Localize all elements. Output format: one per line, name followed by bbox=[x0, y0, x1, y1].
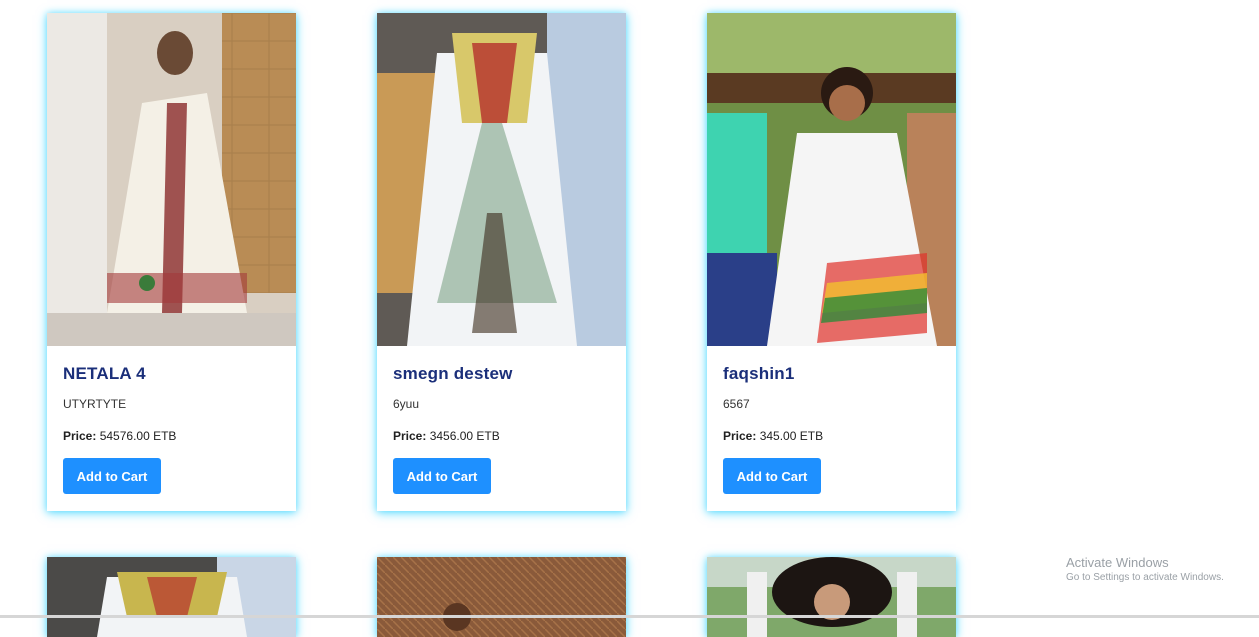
product-grid: NETALA 4 UTYRTYTE Price: 54576.00 ETB Ad… bbox=[0, 0, 1259, 637]
add-to-cart-button[interactable]: Add to Cart bbox=[63, 458, 161, 494]
card-body: smegn destew 6yuu Price: 3456.00 ETB Add… bbox=[393, 346, 610, 494]
windows-activation-watermark: Activate Windows Go to Settings to activ… bbox=[1066, 555, 1224, 583]
price-value: 3456.00 ETB bbox=[429, 429, 500, 443]
product-title[interactable]: smegn destew bbox=[393, 346, 610, 384]
product-card: NETALA 4 UTYRTYTE Price: 54576.00 ETB Ad… bbox=[47, 13, 296, 511]
product-image[interactable] bbox=[377, 557, 626, 637]
product-description: 6567 bbox=[723, 397, 750, 411]
card-body: NETALA 4 UTYRTYTE Price: 54576.00 ETB Ad… bbox=[63, 346, 280, 494]
product-price: Price: 3456.00 ETB bbox=[393, 411, 610, 443]
price-value: 54576.00 ETB bbox=[99, 429, 177, 443]
price-label: Price: bbox=[63, 429, 97, 443]
add-to-cart-button[interactable]: Add to Cart bbox=[393, 458, 491, 494]
product-card bbox=[707, 557, 956, 637]
product-card: smegn destew 6yuu Price: 3456.00 ETB Add… bbox=[377, 13, 626, 511]
product-card: faqshin1 6567 Price: 345.00 ETB Add to C… bbox=[707, 13, 956, 511]
product-price: Price: 345.00 ETB bbox=[723, 411, 940, 443]
product-image[interactable] bbox=[707, 13, 956, 346]
add-to-cart-button[interactable]: Add to Cart bbox=[723, 458, 821, 494]
product-price: Price: 54576.00 ETB bbox=[63, 411, 280, 443]
price-label: Price: bbox=[723, 429, 757, 443]
price-value: 345.00 ETB bbox=[759, 429, 824, 443]
watermark-subtitle: Go to Settings to activate Windows. bbox=[1066, 572, 1224, 583]
product-card bbox=[47, 557, 296, 637]
watermark-title: Activate Windows bbox=[1066, 555, 1169, 570]
product-description: UTYRTYTE bbox=[63, 397, 127, 411]
product-title[interactable]: faqshin1 bbox=[723, 346, 940, 384]
product-image[interactable] bbox=[47, 557, 296, 637]
product-card bbox=[377, 557, 626, 637]
product-description: 6yuu bbox=[393, 397, 420, 411]
product-image[interactable] bbox=[707, 557, 956, 637]
price-label: Price: bbox=[393, 429, 427, 443]
product-image[interactable] bbox=[377, 13, 626, 346]
card-body: faqshin1 6567 Price: 345.00 ETB Add to C… bbox=[723, 346, 940, 494]
product-title[interactable]: NETALA 4 bbox=[63, 346, 280, 384]
product-image[interactable] bbox=[47, 13, 296, 346]
